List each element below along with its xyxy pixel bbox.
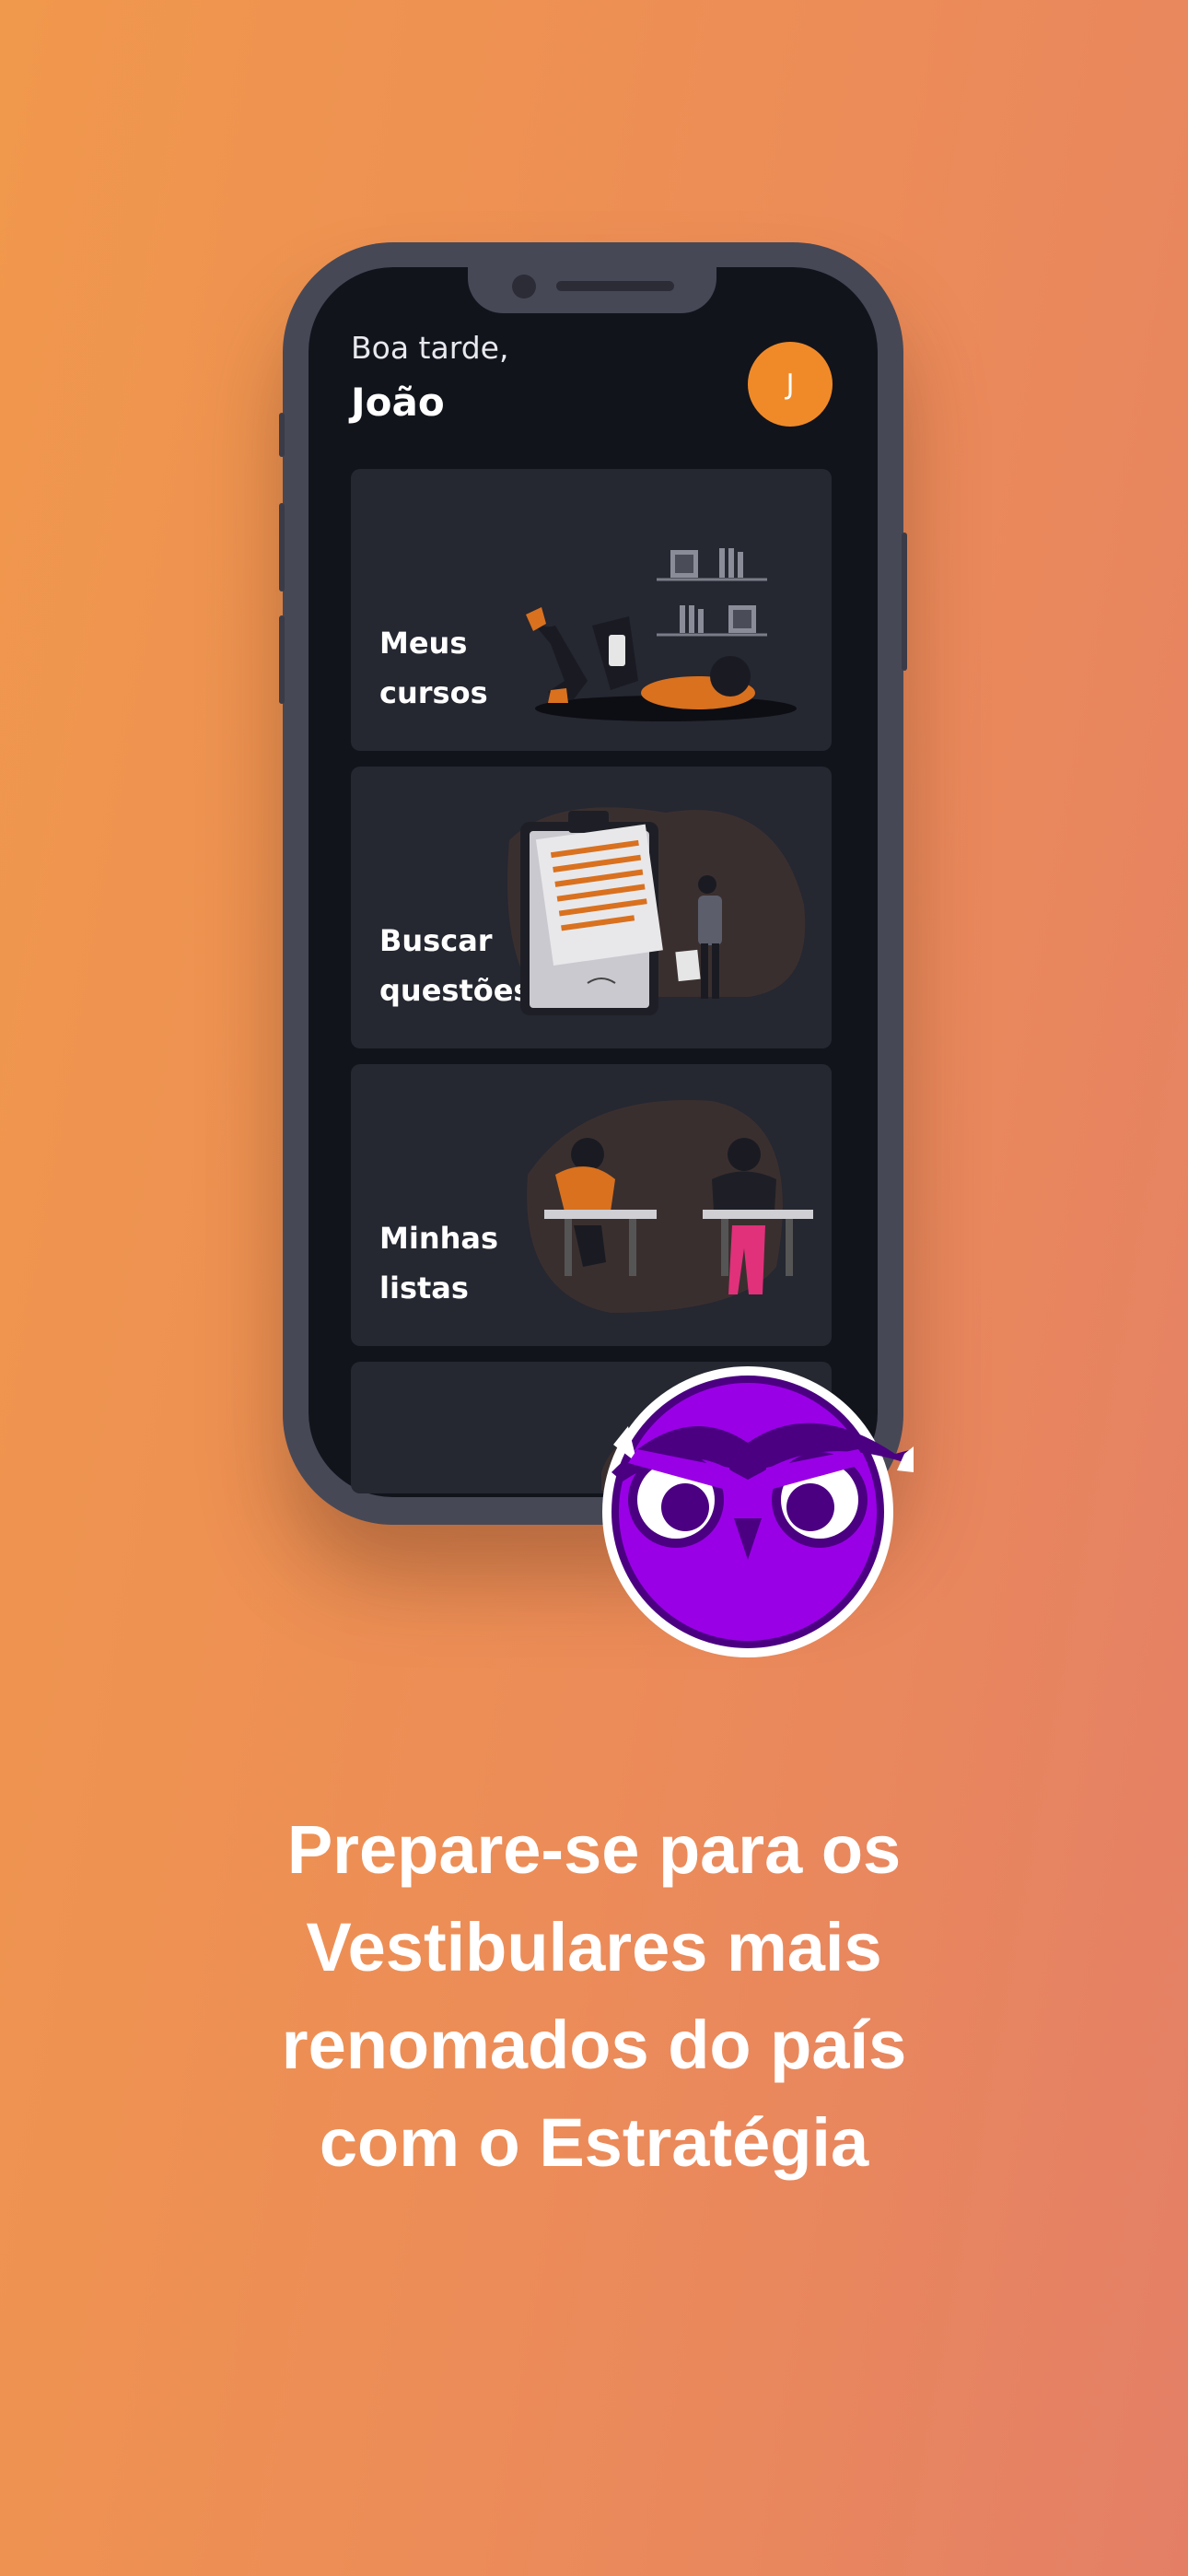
tagline-line: Vestibulares mais [306,1909,882,1985]
tagline: Prepare-se para os Vestibulares mais ren… [134,1801,1054,2192]
tagline-line: renomados do país [281,2007,907,2083]
earpiece-speaker [556,281,674,291]
user-name: João [351,380,445,425]
greeting-text: Boa tarde, [351,330,509,366]
tagline-line: com o Estratégia [319,2104,869,2181]
owl-mascot-icon [602,1366,914,1657]
students-studying-illustration [527,1100,813,1313]
card-label: Meus cursos [379,626,488,710]
avatar[interactable]: J [748,342,833,427]
card-label: Minhas listas [379,1221,499,1306]
card-label: Buscar questões [379,923,531,1008]
clipboard-person-illustration [507,807,806,1015]
card-minhas-listas[interactable]: Minhas listas [351,1064,832,1346]
phone-notch [468,263,716,313]
card-meus-cursos[interactable]: Meus cursos [351,469,832,751]
front-camera [512,275,536,299]
card-buscar-questoes[interactable]: Buscar questões [351,767,832,1048]
tagline-line: Prepare-se para os [286,1811,902,1888]
reading-person-illustration [526,548,797,721]
